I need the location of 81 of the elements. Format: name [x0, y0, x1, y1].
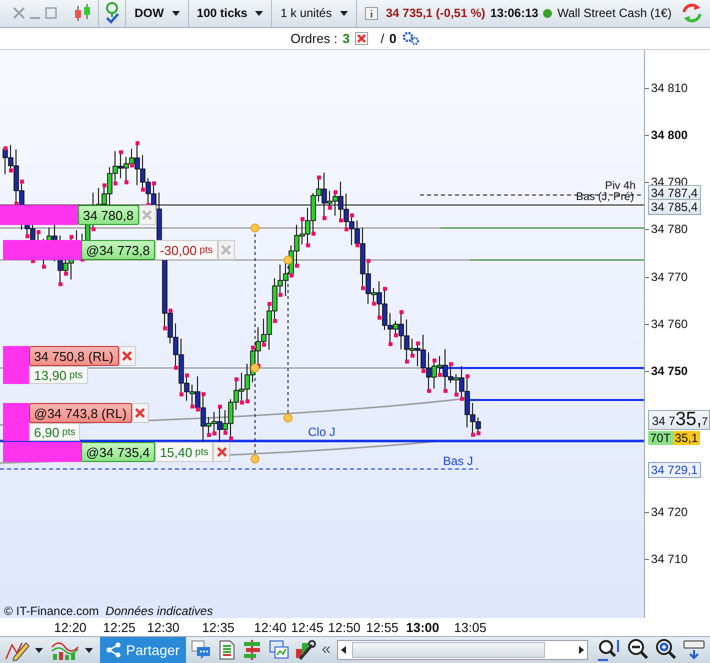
- anchor-point-marker[interactable]: [250, 364, 260, 373]
- comment-icon[interactable]: [190, 639, 212, 661]
- anchor-point-marker[interactable]: [250, 454, 260, 464]
- time-axis-label: 12:20: [54, 620, 87, 636]
- order-price-tag[interactable]: @34 743,8 (RL): [29, 403, 132, 424]
- zoom-out-icon[interactable]: [626, 638, 650, 662]
- settings-icon[interactable]: [402, 31, 420, 46]
- axis-tick-label: 34 800: [651, 128, 688, 142]
- axis-tick-label: 34 760: [651, 317, 688, 332]
- time-axis-label: 12:35: [202, 620, 235, 636]
- collapse-button[interactable]: «: [322, 641, 331, 659]
- wrench-icon[interactable]: [294, 639, 316, 661]
- anchor-point-marker[interactable]: [284, 414, 292, 423]
- caret-icon: [172, 10, 180, 16]
- other-orders-count: 0: [389, 30, 397, 46]
- close-icon: [142, 210, 152, 220]
- cancel-order-button[interactable]: [118, 346, 136, 366]
- caret-icon: [255, 10, 264, 16]
- price-tag: 34 729,1: [648, 462, 701, 478]
- instrument-name: Wall Street Cash (1€): [557, 6, 672, 20]
- axis-tick-label: 34 810: [651, 81, 688, 96]
- redaction-block: [3, 346, 29, 384]
- cancel-order-button[interactable]: [218, 240, 235, 260]
- time-axis-label: 12:50: [328, 620, 361, 636]
- close-icon: [216, 447, 227, 458]
- order-price-tag[interactable]: 34 780,8: [78, 205, 139, 226]
- axis-tick-label: 34 750: [651, 364, 688, 378]
- cancel-orders-icon[interactable]: [354, 32, 368, 45]
- time-axis-label: 12:45: [291, 620, 324, 636]
- order-price-tag[interactable]: 34 750,8 (RL): [29, 346, 118, 366]
- order-price-tag[interactable]: @34 773,8: [81, 240, 155, 260]
- zoom-in-icon[interactable]: [654, 638, 678, 662]
- profit-label: -30,00 pts: [154, 240, 218, 260]
- time-axis-label: 13:00: [406, 620, 440, 636]
- anchor-point-marker[interactable]: [250, 224, 260, 233]
- time-axis-label: 12:30: [147, 620, 180, 636]
- windows-chart-icon[interactable]: [268, 639, 290, 661]
- copyright-note: © IT-Finance.com Données indicatives: [4, 604, 213, 618]
- time-axis-label: 12:55: [366, 620, 399, 636]
- profit-label: 15,40 pts: [154, 442, 214, 462]
- clock-time: 13:06:13: [490, 6, 538, 20]
- anchor-point-marker[interactable]: [284, 256, 292, 265]
- profit-label: 13,90 pts: [29, 366, 88, 384]
- info-icon[interactable]: [364, 6, 378, 20]
- axis-tick-label: 34 710: [651, 552, 688, 566]
- volume-badge: 70T: [648, 431, 673, 446]
- zoom-fit-icon[interactable]: [596, 638, 622, 662]
- axis-tick-label: 34 720: [651, 505, 688, 520]
- scroll-thumb[interactable]: [352, 642, 545, 658]
- price-change-text: 34 735,1 (-0,51 %): [386, 6, 486, 20]
- level-label: Clo J: [308, 427, 336, 438]
- orders-label: Ordres :: [290, 30, 338, 46]
- profit-label: 6,90 pts: [29, 423, 80, 442]
- cancel-order-button[interactable]: [138, 205, 156, 226]
- share-icon: [106, 642, 122, 658]
- cancel-order-button[interactable]: [132, 403, 149, 424]
- time-axis-label: 12:25: [103, 620, 136, 636]
- level-label: Bas J: [443, 456, 474, 468]
- close-icon: [221, 245, 232, 256]
- caret-icon: [340, 10, 348, 16]
- time-axis-label: 12:40: [254, 620, 287, 636]
- axis-tick-label: 34 770: [651, 270, 688, 284]
- close-icon: [122, 351, 132, 362]
- refresh-icon[interactable]: [681, 3, 704, 24]
- indicator-check-icon[interactable]: [104, 2, 120, 24]
- orders-separator: /: [380, 30, 384, 46]
- order-price-tag[interactable]: @34 735,4: [81, 442, 155, 462]
- price-tag: 34 785,4: [648, 199, 701, 216]
- bid-price-badge: 35,1: [672, 431, 700, 446]
- interval-dropdown[interactable]: 100 ticks: [190, 0, 270, 26]
- close-icon: [135, 408, 146, 418]
- level-label: Bas (J, Pré): [576, 192, 634, 204]
- size-dropdown[interactable]: 1 k unités: [274, 0, 354, 26]
- level-label: Piv 4h: [605, 181, 636, 192]
- cancel-order-button[interactable]: [213, 442, 230, 462]
- symbol-dropdown[interactable]: DOW: [128, 0, 186, 26]
- axis-tick-label: 34 780: [651, 222, 688, 236]
- share-button[interactable]: Partager: [100, 636, 186, 663]
- time-axis-label: 13:05: [454, 620, 487, 636]
- horizontal-scrollbar[interactable]: [336, 640, 588, 660]
- orders-count: 3: [342, 30, 350, 46]
